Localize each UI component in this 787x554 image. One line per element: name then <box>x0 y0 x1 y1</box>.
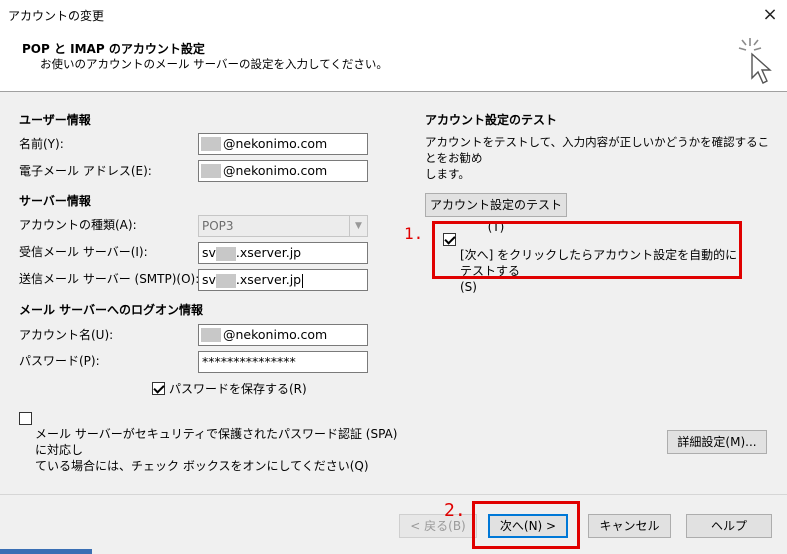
email-value: @nekonimo.com <box>223 163 328 178</box>
step1-annotation: 1. <box>404 224 424 243</box>
logon-info-heading: メール サーバーへのログオン情報 <box>19 303 204 317</box>
advanced-settings-button[interactable]: 詳細設定(M)... <box>667 430 767 454</box>
outgoing-suffix: .xserver.jp <box>235 272 302 287</box>
user-info-heading: ユーザー情報 <box>19 113 91 127</box>
incoming-server-label: 受信メール サーバー(I): <box>19 245 148 259</box>
header-title: POP と IMAP のアカウント設定 <box>22 42 205 56</box>
email-label: 電子メール アドレス(E): <box>19 164 152 178</box>
password-value: *************** <box>202 354 296 369</box>
cancel-button[interactable]: キャンセル <box>588 514 671 538</box>
test-settings-heading: アカウント設定のテスト <box>425 113 558 127</box>
outgoing-server-label: 送信メール サーバー (SMTP)(O): <box>19 272 200 286</box>
name-label: 名前(Y): <box>19 137 64 151</box>
footer-divider <box>0 494 787 495</box>
next-button[interactable]: 次へ(N) > <box>488 514 568 538</box>
spa-option[interactable]: メール サーバーがセキュリティで保護されたパスワード認証 (SPA) に対応し … <box>19 410 399 474</box>
auto-test-checkbox[interactable] <box>443 233 456 246</box>
auto-test-label-line2: (S) <box>460 280 477 294</box>
email-field[interactable]: @nekonimo.com <box>198 160 368 182</box>
outgoing-prefix: sv <box>202 272 216 287</box>
save-password-checkbox[interactable] <box>152 381 165 395</box>
window-title: アカウントの変更 <box>8 9 105 23</box>
incoming-prefix: sv <box>202 245 216 260</box>
taskbar-edge <box>0 549 92 554</box>
redaction-mask <box>215 246 236 261</box>
incoming-suffix: .xserver.jp <box>235 245 302 260</box>
step2-annotation: 2. <box>444 500 466 521</box>
spa-label-line1: メール サーバーがセキュリティで保護されたパスワード認証 (SPA) に対応し <box>35 427 398 457</box>
server-info-heading: サーバー情報 <box>19 194 91 208</box>
account-name-field[interactable]: @nekonimo.com <box>198 324 368 346</box>
help-button[interactable]: ヘルプ <box>686 514 772 538</box>
spa-checkbox[interactable] <box>19 412 32 425</box>
test-description-line1: アカウントをテストして、入力内容が正しいかどうかを確認することをお勧め <box>425 135 770 165</box>
save-password-label: パスワードを保存する(R) <box>169 381 307 396</box>
auto-test-option[interactable]: [次へ] をクリックしたらアカウント設定を自動的にテストする (S) <box>443 231 738 295</box>
outgoing-server-field[interactable]: sv .xserver.jp <box>198 269 368 291</box>
save-password-option[interactable]: パスワードを保存する(R) <box>152 380 307 396</box>
account-type-label: アカウントの種類(A): <box>19 218 137 232</box>
redaction-mask <box>215 273 236 288</box>
password-label: パスワード(P): <box>19 354 100 368</box>
text-cursor <box>302 273 304 288</box>
account-name-label: アカウント名(U): <box>19 328 114 342</box>
title-bar <box>0 0 787 30</box>
test-description-line2: します。 <box>425 167 470 181</box>
account-name-value: @nekonimo.com <box>223 327 328 342</box>
test-account-button[interactable]: アカウント設定のテスト(T) <box>425 193 567 234</box>
header-subtitle: お使いのアカウントのメール サーバーの設定を入力してください。 <box>40 57 388 71</box>
spa-label-line2: ている場合には、チェック ボックスをオンにしてください(Q) <box>35 459 369 473</box>
chevron-down-icon: ▼ <box>349 216 367 236</box>
password-field[interactable]: *************** <box>198 351 368 373</box>
wizard-cursor-icon <box>738 38 772 84</box>
redaction-mask <box>201 328 221 342</box>
account-type-select: POP3 ▼ <box>198 215 368 237</box>
auto-test-label-line1: [次へ] をクリックしたらアカウント設定を自動的にテストする <box>460 248 738 278</box>
redaction-mask <box>201 164 221 178</box>
redaction-mask <box>201 137 221 151</box>
test-description: アカウントをテストして、入力内容が正しいかどうかを確認することをお勧め します。 <box>425 134 775 182</box>
name-field[interactable]: @nekonimo.com <box>198 133 368 155</box>
name-value: @nekonimo.com <box>223 136 328 151</box>
account-type-value: POP3 <box>202 219 234 233</box>
close-icon[interactable]: × <box>757 2 783 28</box>
incoming-server-field[interactable]: sv .xserver.jp <box>198 242 368 264</box>
